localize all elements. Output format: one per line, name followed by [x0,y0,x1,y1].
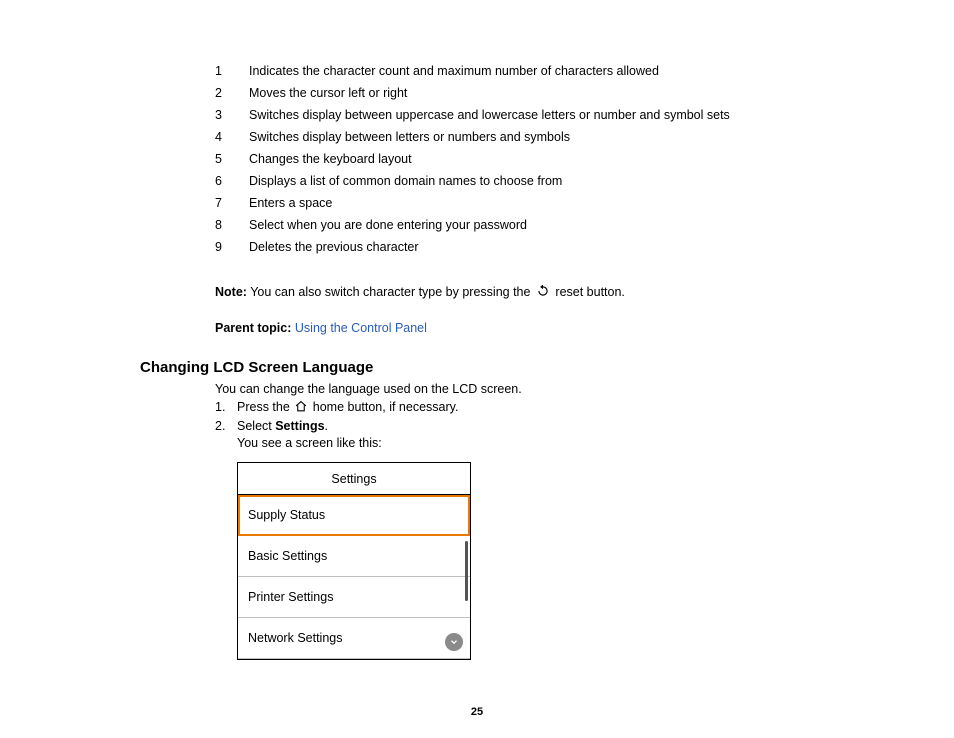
section-intro: You can change the language used on the … [215,382,894,396]
legend-num: 5 [215,148,249,170]
step-substep: You see a screen like this: [237,436,894,450]
lcd-scrollbar [465,541,468,601]
legend-text: Deletes the previous character [249,236,740,258]
legend-text: Changes the keyboard layout [249,148,740,170]
note-block: Note: You can also switch character type… [215,284,894,301]
legend-row: 3Switches display between uppercase and … [215,104,740,126]
lcd-item-basic-settings: Basic Settings [238,536,470,577]
step-row: 2. Select Settings. [215,419,894,433]
legend-num: 6 [215,170,249,192]
home-icon [294,400,308,416]
reset-icon [536,284,550,301]
legend-text: Moves the cursor left or right [249,82,740,104]
lcd-menu: Supply Status Basic Settings Printer Set… [238,495,470,659]
step-text: Press the home button, if necessary. [237,400,458,416]
legend-num: 2 [215,82,249,104]
legend-num: 9 [215,236,249,258]
legend-row: 2Moves the cursor left or right [215,82,740,104]
parent-topic-label: Parent topic: [215,321,291,335]
note-label: Note: [215,285,247,299]
legend-row: 1Indicates the character count and maxim… [215,60,740,82]
legend-table: 1Indicates the character count and maxim… [215,60,740,258]
legend-text: Select when you are done entering your p… [249,214,740,236]
legend-num: 8 [215,214,249,236]
parent-topic: Parent topic: Using the Control Panel [215,321,894,335]
legend-text: Enters a space [249,192,740,214]
legend-num: 4 [215,126,249,148]
legend-row: 4Switches display between letters or num… [215,126,740,148]
step-row: 1. Press the home button, if necessary. [215,400,894,416]
legend-row: 9Deletes the previous character [215,236,740,258]
chevron-down-icon [445,633,463,651]
legend-text: Indicates the character count and maximu… [249,60,740,82]
lcd-screenshot: Settings Supply Status Basic Settings Pr… [237,462,471,660]
lcd-item-network-settings: Network Settings [238,618,470,659]
legend-num: 3 [215,104,249,126]
parent-topic-link[interactable]: Using the Control Panel [295,321,427,335]
legend-text: Displays a list of common domain names t… [249,170,740,192]
legend-text: Switches display between uppercase and l… [249,104,740,126]
legend-row: 5Changes the keyboard layout [215,148,740,170]
note-text-after: reset button. [552,285,625,299]
step-number: 1. [215,400,237,416]
legend-num: 7 [215,192,249,214]
lcd-item-printer-settings: Printer Settings [238,577,470,618]
step-number: 2. [215,419,237,433]
page-number: 25 [0,706,954,718]
section-heading: Changing LCD Screen Language [140,359,894,376]
steps-list: 1. Press the home button, if necessary. … [215,400,894,450]
legend-text: Switches display between letters or numb… [249,126,740,148]
note-text-before: You can also switch character type by pr… [247,285,534,299]
step-text: Select Settings. [237,419,328,433]
lcd-item-supply-status: Supply Status [238,495,470,536]
legend-row: 8Select when you are done entering your … [215,214,740,236]
legend-row: 7Enters a space [215,192,740,214]
lcd-title: Settings [238,463,470,495]
legend-num: 1 [215,60,249,82]
legend-row: 6Displays a list of common domain names … [215,170,740,192]
